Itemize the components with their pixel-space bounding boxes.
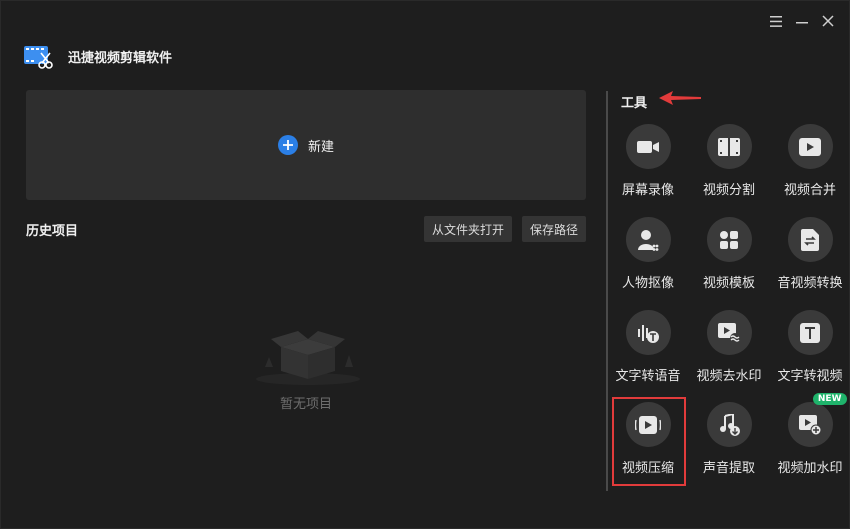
new-badge: NEW — [812, 393, 847, 405]
empty-projects-label: 暂无项目 — [279, 397, 332, 412]
tool-video-split[interactable]: 视频分割 — [689, 124, 769, 214]
film-split-icon — [706, 124, 752, 169]
text-to-speech-icon — [625, 310, 671, 355]
save-path-button[interactable]: 保存路径 — [522, 216, 586, 242]
close-icon[interactable] — [821, 11, 835, 31]
tool-video-merge[interactable]: 视频合并 — [770, 124, 850, 214]
open-from-folder-button[interactable]: 从文件夹打开 — [424, 216, 512, 242]
tool-label: 视频分割 — [702, 183, 755, 198]
audio-extract-icon — [706, 402, 752, 447]
tool-label: 视频合并 — [783, 183, 836, 198]
hamburger-menu-icon[interactable] — [769, 11, 783, 31]
template-icon — [706, 217, 752, 262]
tool-video-template[interactable]: 视频模板 — [689, 217, 769, 307]
tool-av-convert[interactable]: 音视频转换 — [770, 217, 850, 307]
tool-label: 声音提取 — [702, 461, 755, 476]
history-title: 历史项目 — [26, 224, 79, 239]
person-cutout-icon — [625, 217, 671, 262]
add-watermark-icon: NEW — [787, 393, 847, 447]
tool-text-to-speech[interactable]: 文字转语音 — [608, 310, 688, 400]
convert-icon — [787, 217, 833, 262]
plus-circle-icon — [277, 135, 298, 155]
tool-label: 屏幕录像 — [621, 183, 674, 198]
tool-label: 视频模板 — [702, 276, 755, 291]
tool-screen-record[interactable]: 屏幕录像 — [608, 124, 688, 214]
minimize-icon[interactable] — [795, 11, 809, 31]
tool-audio-extract[interactable]: 声音提取 — [689, 402, 769, 492]
app-window: 迅捷视频剪辑软件 新建 历史项目 从文件夹打开 保存路径 暂无项目 工具 屏幕录… — [0, 0, 850, 529]
tool-label: 文字转语音 — [615, 369, 681, 384]
app-title: 迅捷视频剪辑软件 — [68, 51, 173, 66]
red-arrow-annotation — [659, 91, 701, 105]
window-controls — [769, 11, 835, 31]
tool-label: 人物抠像 — [621, 276, 674, 291]
tools-title: 工具 — [621, 96, 648, 111]
empty-box-illustration — [256, 331, 360, 385]
film-scissors-logo — [24, 46, 53, 69]
new-project-button[interactable]: 新建 — [26, 90, 586, 200]
video-compress-icon — [625, 402, 671, 447]
tool-person-cutout[interactable]: 人物抠像 — [608, 217, 688, 307]
text-to-video-icon — [787, 310, 833, 355]
new-project-label: 新建 — [307, 139, 334, 155]
tool-add-watermark[interactable]: NEW 视频加水印 — [770, 393, 850, 492]
camera-icon — [625, 124, 671, 169]
tool-remove-watermark[interactable]: 视频去水印 — [689, 310, 769, 400]
tool-label: 视频加水印 — [777, 461, 843, 476]
tool-label: 音视频转换 — [777, 276, 843, 291]
tool-text-to-video[interactable]: 文字转视频 — [770, 310, 850, 400]
tool-label: 文字转视频 — [777, 369, 843, 384]
tool-label: 视频压缩 — [621, 461, 674, 476]
tool-video-compress[interactable]: 视频压缩 — [608, 402, 688, 492]
remove-watermark-icon — [706, 310, 752, 355]
video-merge-icon — [787, 124, 833, 169]
tool-label: 视频去水印 — [696, 369, 762, 384]
